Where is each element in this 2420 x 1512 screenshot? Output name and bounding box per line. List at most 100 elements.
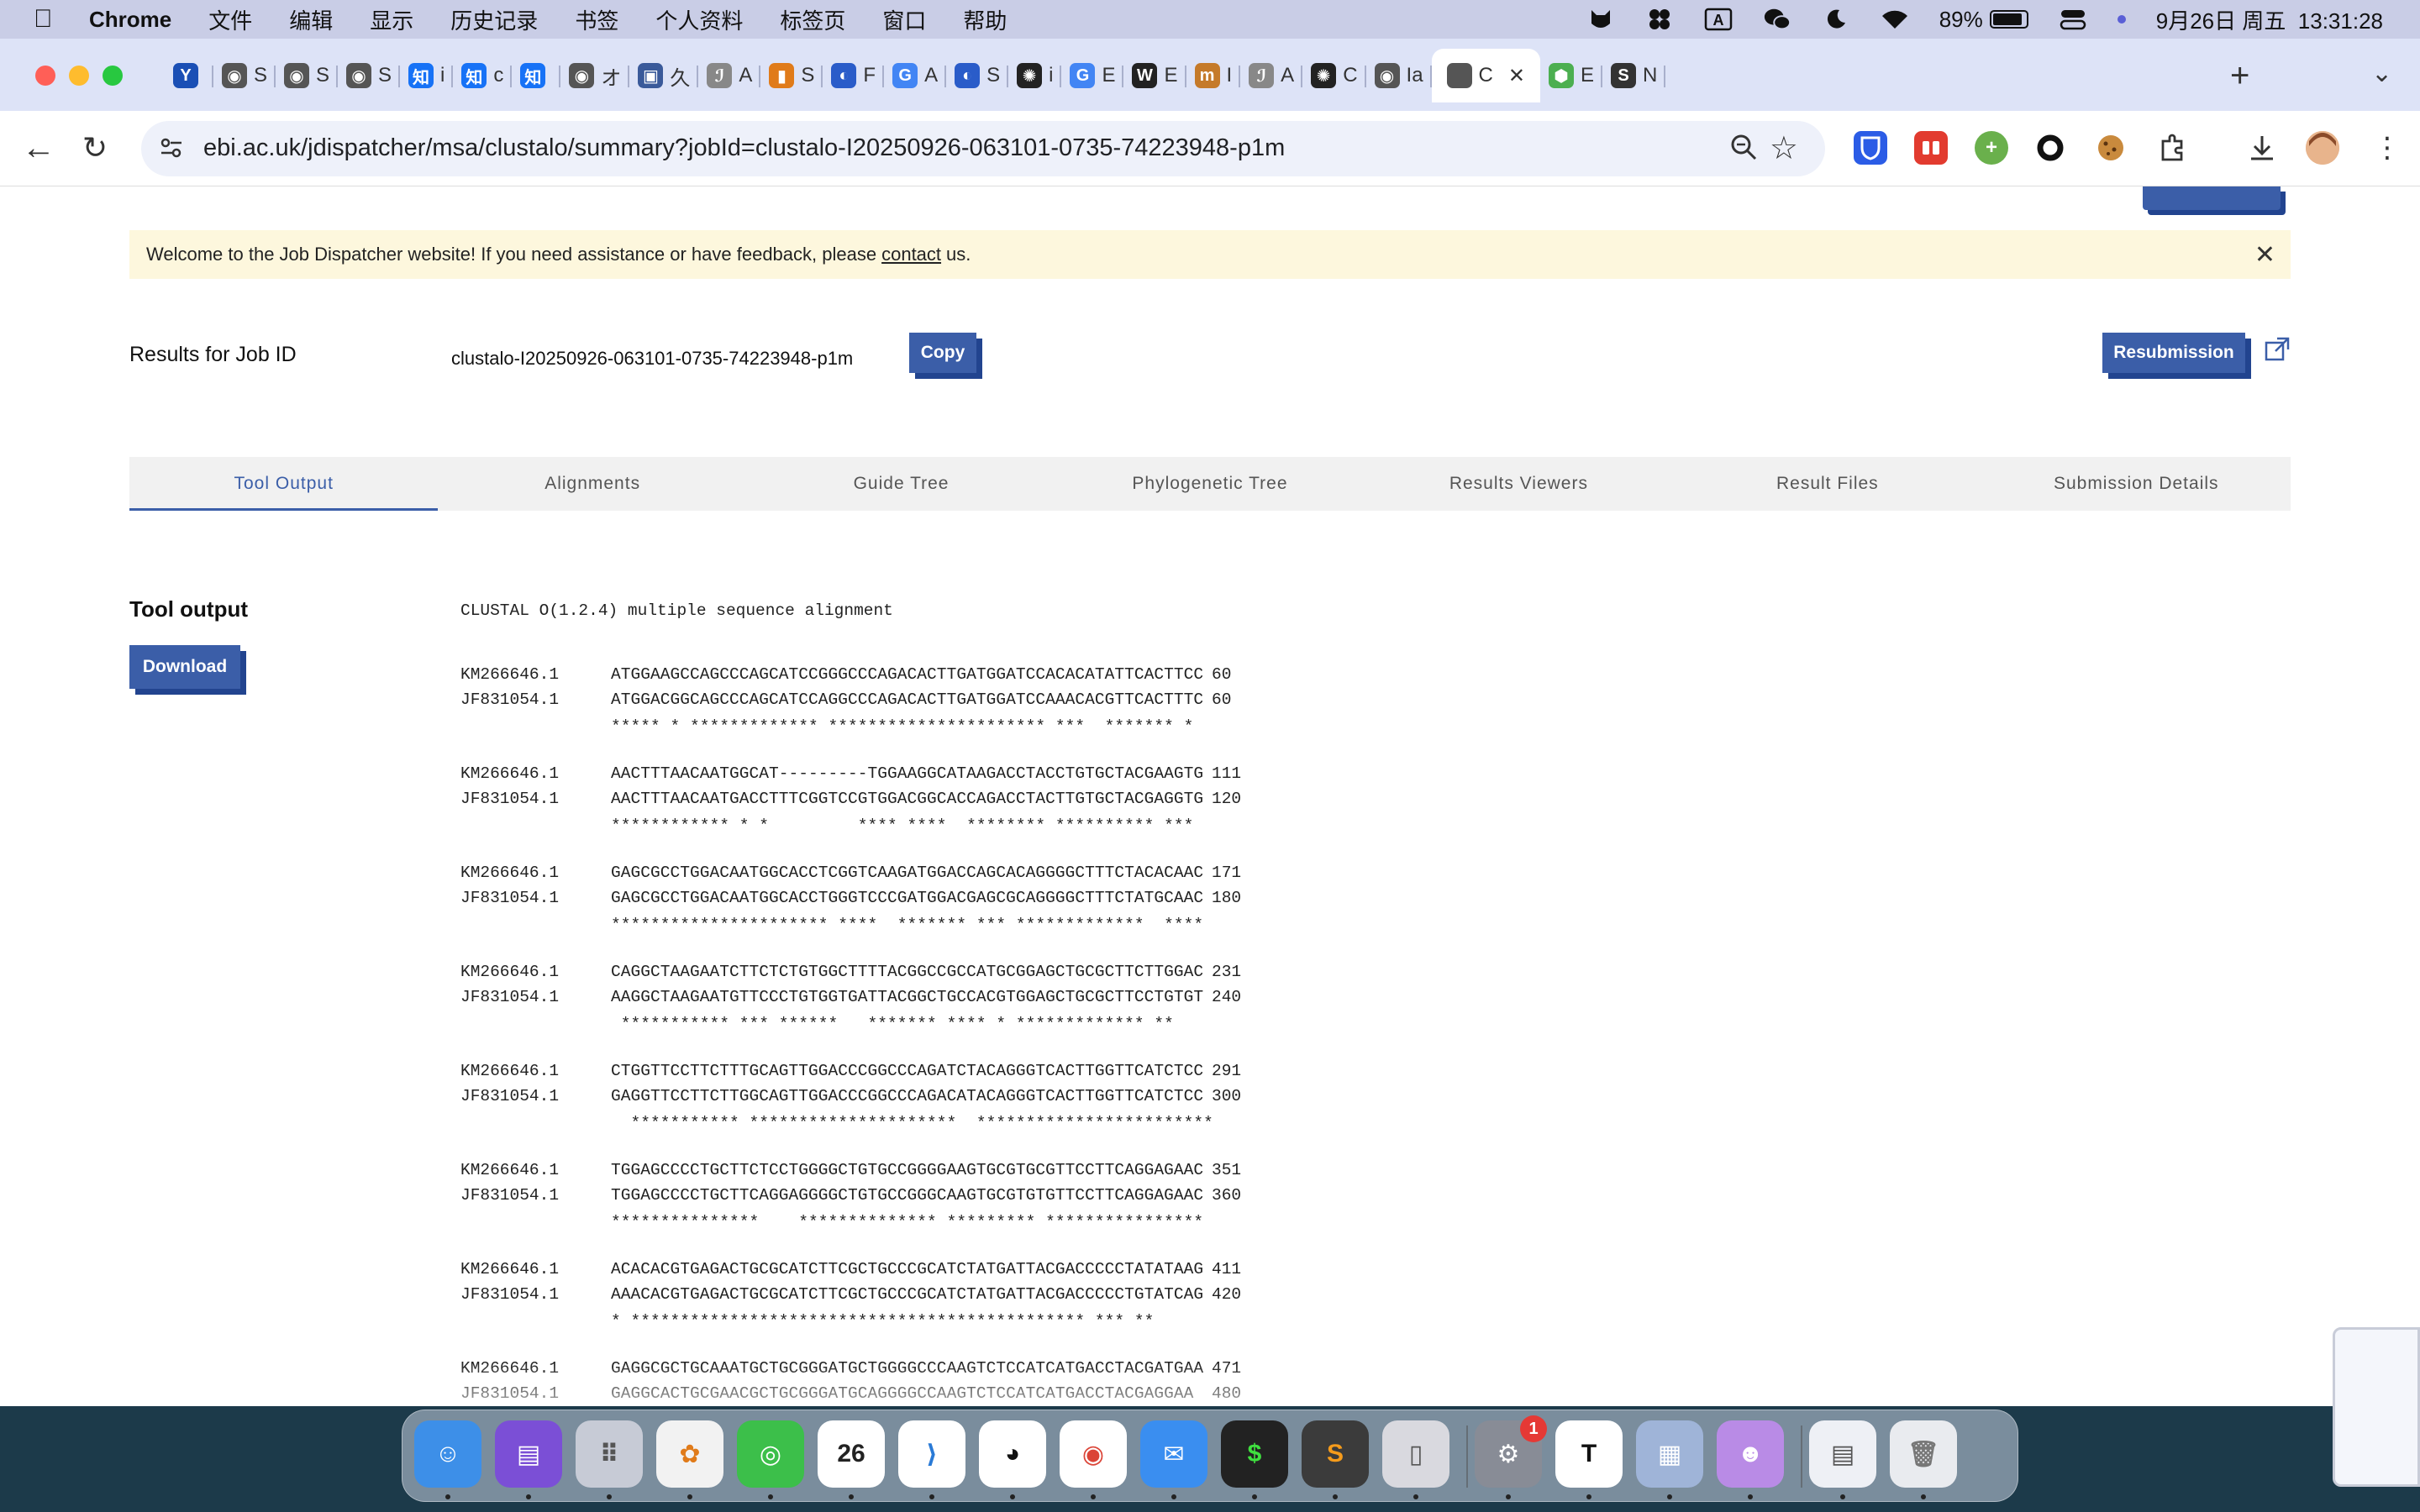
moon-icon[interactable]	[1822, 7, 1850, 32]
system-settings-icon[interactable]: ⚙ 1	[1475, 1415, 1547, 1488]
iphone-mirroring-icon[interactable]: ▯	[1382, 1420, 1449, 1488]
menu-view[interactable]: 显示	[370, 4, 413, 35]
tab-alignments[interactable]: Alignments	[438, 457, 746, 511]
browser-tab[interactable]: ℐA	[1240, 49, 1303, 102]
browser-tab[interactable]: ✺ C	[1302, 49, 1366, 102]
download-icon[interactable]	[2245, 131, 2279, 165]
browser-tab[interactable]: ◉ オ	[560, 49, 630, 102]
menu-app-name[interactable]: Chrome	[89, 7, 171, 33]
clover-icon[interactable]	[1645, 7, 1674, 32]
photos-icon[interactable]: ✿	[656, 1420, 723, 1488]
zoom-icon[interactable]	[1729, 133, 1758, 169]
zoom-window-button[interactable]	[103, 66, 123, 86]
menu-edit[interactable]: 编辑	[289, 4, 333, 35]
browser-tab[interactable]: ◉ S	[338, 49, 401, 102]
browser-tab[interactable]: ▣ 久	[629, 49, 699, 102]
menu-tabs[interactable]: 标签页	[780, 4, 845, 35]
back-arrow-icon[interactable]: ←	[22, 129, 55, 166]
cookie-extension-icon[interactable]	[2094, 131, 2128, 165]
browser-tab[interactable]: ◉ Ia	[1366, 49, 1432, 102]
browser-tab[interactable]: ◉ S	[276, 49, 339, 102]
tab-close-icon[interactable]: ✕	[1508, 64, 1525, 88]
copy-button[interactable]: Copy	[909, 333, 976, 373]
browser-menu-icon[interactable]: ⋮	[2373, 129, 2402, 166]
sublime-icon[interactable]: S	[1302, 1420, 1369, 1488]
menu-help[interactable]: 帮助	[963, 4, 1007, 35]
tab-phylogenetic-tree[interactable]: Phylogenetic Tree	[1055, 457, 1364, 511]
calendar-icon[interactable]: 26	[818, 1420, 885, 1488]
menu-bookmarks[interactable]: 书签	[575, 4, 618, 35]
tab-result-files[interactable]: Result Files	[1673, 457, 1981, 511]
tab-tool-output[interactable]: Tool Output	[129, 457, 439, 511]
vscode-icon[interactable]: ⟩	[898, 1420, 965, 1488]
minimize-window-button[interactable]	[69, 66, 89, 86]
screenshot-preview-thumbnail[interactable]	[2333, 1327, 2420, 1487]
browser-tab[interactable]: WE	[1123, 49, 1186, 102]
download-button[interactable]: Download	[129, 645, 240, 689]
browser-tab[interactable]: mI	[1186, 49, 1241, 102]
new-tab-button[interactable]: +	[2230, 59, 2249, 92]
browser-tab[interactable]: ℐA	[698, 49, 761, 102]
extension-ring-icon[interactable]	[2033, 131, 2067, 165]
browser-tab[interactable]: Y	[165, 49, 213, 102]
site-info-icon[interactable]	[158, 134, 185, 168]
browser-tab[interactable]: 知	[512, 49, 561, 102]
close-icon[interactable]: ✕	[2254, 240, 2275, 270]
chrome-app-icon[interactable]: ◉	[1060, 1420, 1127, 1488]
menu-profiles[interactable]: 个人资料	[655, 4, 743, 35]
extension-plus-icon[interactable]: +	[1975, 131, 2008, 165]
tab-results-viewers[interactable]: Results Viewers	[1365, 457, 1673, 511]
bitwarden-extension-icon[interactable]	[1854, 131, 1887, 165]
typora-icon[interactable]: T	[1555, 1420, 1623, 1488]
browser-tab[interactable]: GE	[1061, 49, 1124, 102]
address-bar[interactable]: ebi.ac.uk/jdispatcher/msa/clustalo/summa…	[141, 121, 1825, 176]
menubar-clock[interactable]: 9月26日 周五 13:31:28	[2156, 4, 2383, 35]
profile-avatar[interactable]	[2306, 131, 2339, 165]
browser-tab[interactable]: 知i	[400, 49, 454, 102]
reload-icon[interactable]: ↻	[82, 129, 108, 166]
wechat-app-icon[interactable]: ◎	[737, 1420, 804, 1488]
resubmission-button[interactable]: Resubmission	[2102, 333, 2245, 373]
browser-tab[interactable]: SN	[1602, 49, 1666, 102]
menu-window[interactable]: 窗口	[882, 4, 926, 35]
mail-icon[interactable]: ✉	[1140, 1420, 1207, 1488]
tab-search-chevron-icon[interactable]: ⌄	[2371, 59, 2392, 88]
browser-tab[interactable]: ⬢ E	[1540, 49, 1603, 102]
bookmark-star-icon[interactable]: ☆	[1770, 129, 1798, 167]
control-center-icon[interactable]	[2059, 7, 2087, 32]
trash-icon[interactable]: 🗑	[1890, 1420, 1957, 1488]
extensions-puzzle-icon[interactable]	[2156, 131, 2190, 165]
app-grid-icon[interactable]: ⠿	[576, 1420, 643, 1488]
launchpad-icon[interactable]: ▤	[495, 1420, 562, 1488]
menu-file[interactable]: 文件	[208, 4, 252, 35]
wifi-icon[interactable]	[1881, 7, 1909, 32]
browser-tab[interactable]: ✺ i	[1008, 49, 1062, 102]
battery-status[interactable]: 89%	[1939, 7, 2028, 33]
tab-guide-tree[interactable]: Guide Tree	[747, 457, 1055, 511]
wechat-icon[interactable]	[1763, 7, 1791, 32]
extension-red-icon[interactable]	[1914, 131, 1948, 165]
cat-app-icon[interactable]: ☻	[1717, 1420, 1784, 1488]
browser-tab[interactable]: GA	[884, 49, 947, 102]
external-link-icon[interactable]	[2264, 336, 2291, 370]
browser-tab[interactable]: C ✕	[1431, 49, 1540, 102]
preview-icon[interactable]: ▦	[1636, 1420, 1703, 1488]
documents-stack-icon[interactable]: ▤	[1809, 1420, 1876, 1488]
url-text[interactable]: ebi.ac.uk/jdispatcher/msa/clustalo/summa…	[203, 134, 1285, 162]
browser-tab[interactable]: 知c	[453, 49, 513, 102]
input-method-icon[interactable]: A	[1704, 7, 1733, 32]
terminal-icon[interactable]: $	[1221, 1420, 1288, 1488]
finder-icon[interactable]: ☺	[414, 1420, 481, 1488]
close-window-button[interactable]	[35, 66, 55, 86]
partially-visible-button[interactable]	[2143, 186, 2281, 210]
browser-tab[interactable]: ▮ S	[760, 49, 823, 102]
cat-shield-icon[interactable]	[1586, 7, 1615, 32]
apple-menu-icon[interactable]: 	[34, 5, 64, 34]
tab-submission-details[interactable]: Submission Details	[1982, 457, 2291, 511]
qq-icon[interactable]: ◕	[979, 1420, 1046, 1488]
contact-link[interactable]: contact	[881, 244, 941, 265]
menu-history[interactable]: 历史记录	[450, 4, 538, 35]
browser-tab[interactable]: ◉ S	[213, 49, 276, 102]
browser-tab[interactable]: ◐ S	[946, 49, 1009, 102]
browser-tab[interactable]: ◐ F	[823, 49, 884, 102]
